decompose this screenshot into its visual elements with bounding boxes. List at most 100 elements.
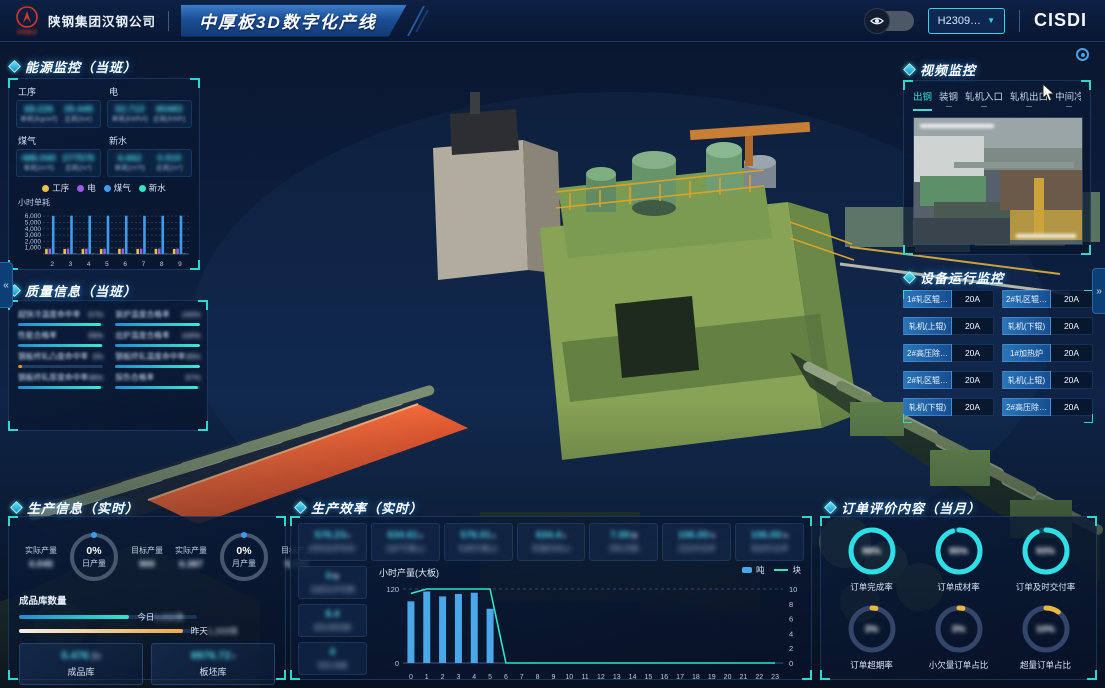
quality-item-value: 99% [88,331,103,340]
svg-text:5: 5 [488,674,492,681]
corner-decoration [290,516,300,526]
svg-text:3: 3 [69,261,73,268]
company-name: 陕钢集团汉钢公司 [48,11,156,30]
energy-metric-unit: 单耗(m³/t) [110,164,150,173]
inventory-bar-label: 今日 [137,612,154,622]
inventory-bars: 今日1,011块昨天1,203块 [19,611,275,637]
corner-decoration [1084,414,1093,423]
efficiency-panel: 576.23s坯料在炉时间634.61s出炉节奏(s)576.01s轧制节奏(s… [290,516,812,680]
video-tab-4[interactable]: 中间冷 [1055,89,1081,111]
efficiency-stat-label: 日历作业率 [678,543,716,554]
device-item[interactable]: 轧机(上辊)20A [903,317,994,335]
energy-metric-unit: 单耗(kgce/t) [19,115,59,124]
device-item[interactable]: 轧机(下辊)20A [1002,317,1093,335]
quality-item: 超快冷温度命中率97% [18,309,103,326]
svg-text:15: 15 [645,674,653,681]
production-panel-title: 生产信息（实时） [12,498,139,517]
device-item[interactable]: 2#高压除…20A [903,344,994,362]
video-tab-3[interactable]: 轧机出口 [1010,89,1048,111]
svg-text:17: 17 [676,674,684,681]
right-collapse-tab[interactable]: » [1092,268,1105,314]
hour-bar [455,594,462,663]
quality-progress-track [115,344,200,347]
viewport-control-icon[interactable] [1076,48,1089,61]
efficiency-stat-card: 106.00% 日历作业率 [662,523,731,561]
tab-underline-dash [1026,106,1032,107]
quality-progress-fill [18,386,101,389]
device-item[interactable]: 2#轧区辊…20A [1002,290,1093,308]
hourly-output-chart: 1200024681001234567891011121314151617181… [375,579,807,686]
quality-item-label: 钢板终轧厚度命中率 [18,372,88,383]
inventory-bar-fill [19,629,183,633]
energy-metric: 6.662单耗(m³/t) [110,153,150,173]
quality-progress-fill [18,323,101,326]
video-feed[interactable] [913,117,1083,245]
quality-item-label: 超快冷温度命中率 [18,309,80,320]
svg-text:13: 13 [613,674,621,681]
svg-text:9: 9 [551,674,555,681]
corner-decoration [8,421,18,431]
quality-progress-track [115,323,200,326]
order-kpi: 3%订单超期率 [831,599,912,675]
device-item[interactable]: 1#轧区辊…20A [903,290,994,308]
quality-item: 钢板终轧厚度命中率98% [18,372,103,389]
svg-text:10: 10 [789,585,797,594]
order-donut-label: 订单成材率 [937,581,980,593]
order-kpi: 10%超量订单占比 [1005,599,1086,675]
efficiency-stat-value: 106.00% [678,530,716,541]
quality-progress-fill [18,344,102,347]
quality-item-value: 98% [88,373,103,382]
corner-decoration [190,260,200,270]
device-label: 2#高压除… [1002,398,1051,416]
svg-text:20: 20 [724,674,732,681]
hourly-output-legend: 吨块 [742,564,801,576]
quality-item: 性能合格率99% [18,330,103,347]
device-item[interactable]: 2#高压除…20A [1002,398,1093,416]
energy-group-card: 486.040单耗(m³/t)277578总耗(m³) [16,149,101,177]
quality-item-value: 97% [185,373,200,382]
visibility-toggle[interactable] [866,11,914,31]
energy-group: 工序68.226单耗(kgce/t)39.449总耗(tce) [16,85,101,128]
efficiency-side-card: 0块当前在炉坯数 [298,566,367,599]
batch-select-value: H2309… [938,15,981,27]
inventory-bar-label: 昨天 [191,626,208,636]
order-donut-label: 订单及时交付率 [1016,581,1076,593]
quality-item-label: 探伤合格率 [115,372,154,383]
quality-item-value: 3% [92,352,103,361]
device-label: 轧机(上辊) [903,317,952,335]
device-label: 2#高压除… [903,344,952,362]
daily-production-gauge: 0% 日产量 [67,530,121,584]
video-tab-0[interactable]: 出钢 [913,89,932,111]
batch-select-dropdown[interactable]: H2309… ▼ [928,8,1005,34]
hour-bar [439,596,446,663]
quality-progress-fill [115,386,198,389]
device-item[interactable]: 1#加热炉20A [1002,344,1093,362]
production-panel: 实际产量 0.045 0% 日产量 目标产量 900 实际产量 0.38 [8,516,286,680]
device-item[interactable]: 2#轧区辊…20A [903,371,994,389]
efficiency-stat-label: 出炉节奏(s) [386,543,425,554]
device-item[interactable]: 轧机(上辊)20A [1002,371,1093,389]
energy-group-name: 电 [109,85,192,98]
order-kpi: 93%订单及时交付率 [1005,521,1086,597]
energy-metric-value: 39.449 [59,104,99,115]
efficiency-side-value: 8.4 [326,609,340,620]
energy-metric: 80483总耗(kWh) [150,104,190,124]
efficiency-stat-card: 634.4s待温时间(s) [517,523,586,561]
corner-decoration [290,670,300,680]
diamond-icon [824,501,837,514]
device-item[interactable]: 轧机(下辊)20A [903,398,994,416]
svg-text:8: 8 [536,674,540,681]
quality-progress-track [115,365,200,368]
efficiency-side-label: 班轧制块数 [314,622,352,633]
quality-item-value: 100% [181,331,200,340]
left-collapse-tab[interactable]: « [0,262,13,308]
video-tab-2[interactable]: 轧机入口 [965,89,1003,111]
efficiency-stat-value: 576.01s [460,530,496,541]
svg-text:2: 2 [441,674,445,681]
eye-icon [864,8,890,34]
svg-text:5: 5 [105,261,109,268]
corner-decoration [198,300,208,310]
order-donut-label: 超量订单占比 [1020,659,1071,671]
video-tab-1[interactable]: 装钢 [939,89,958,111]
energy-metric-unit: 总耗(tce) [59,115,99,124]
